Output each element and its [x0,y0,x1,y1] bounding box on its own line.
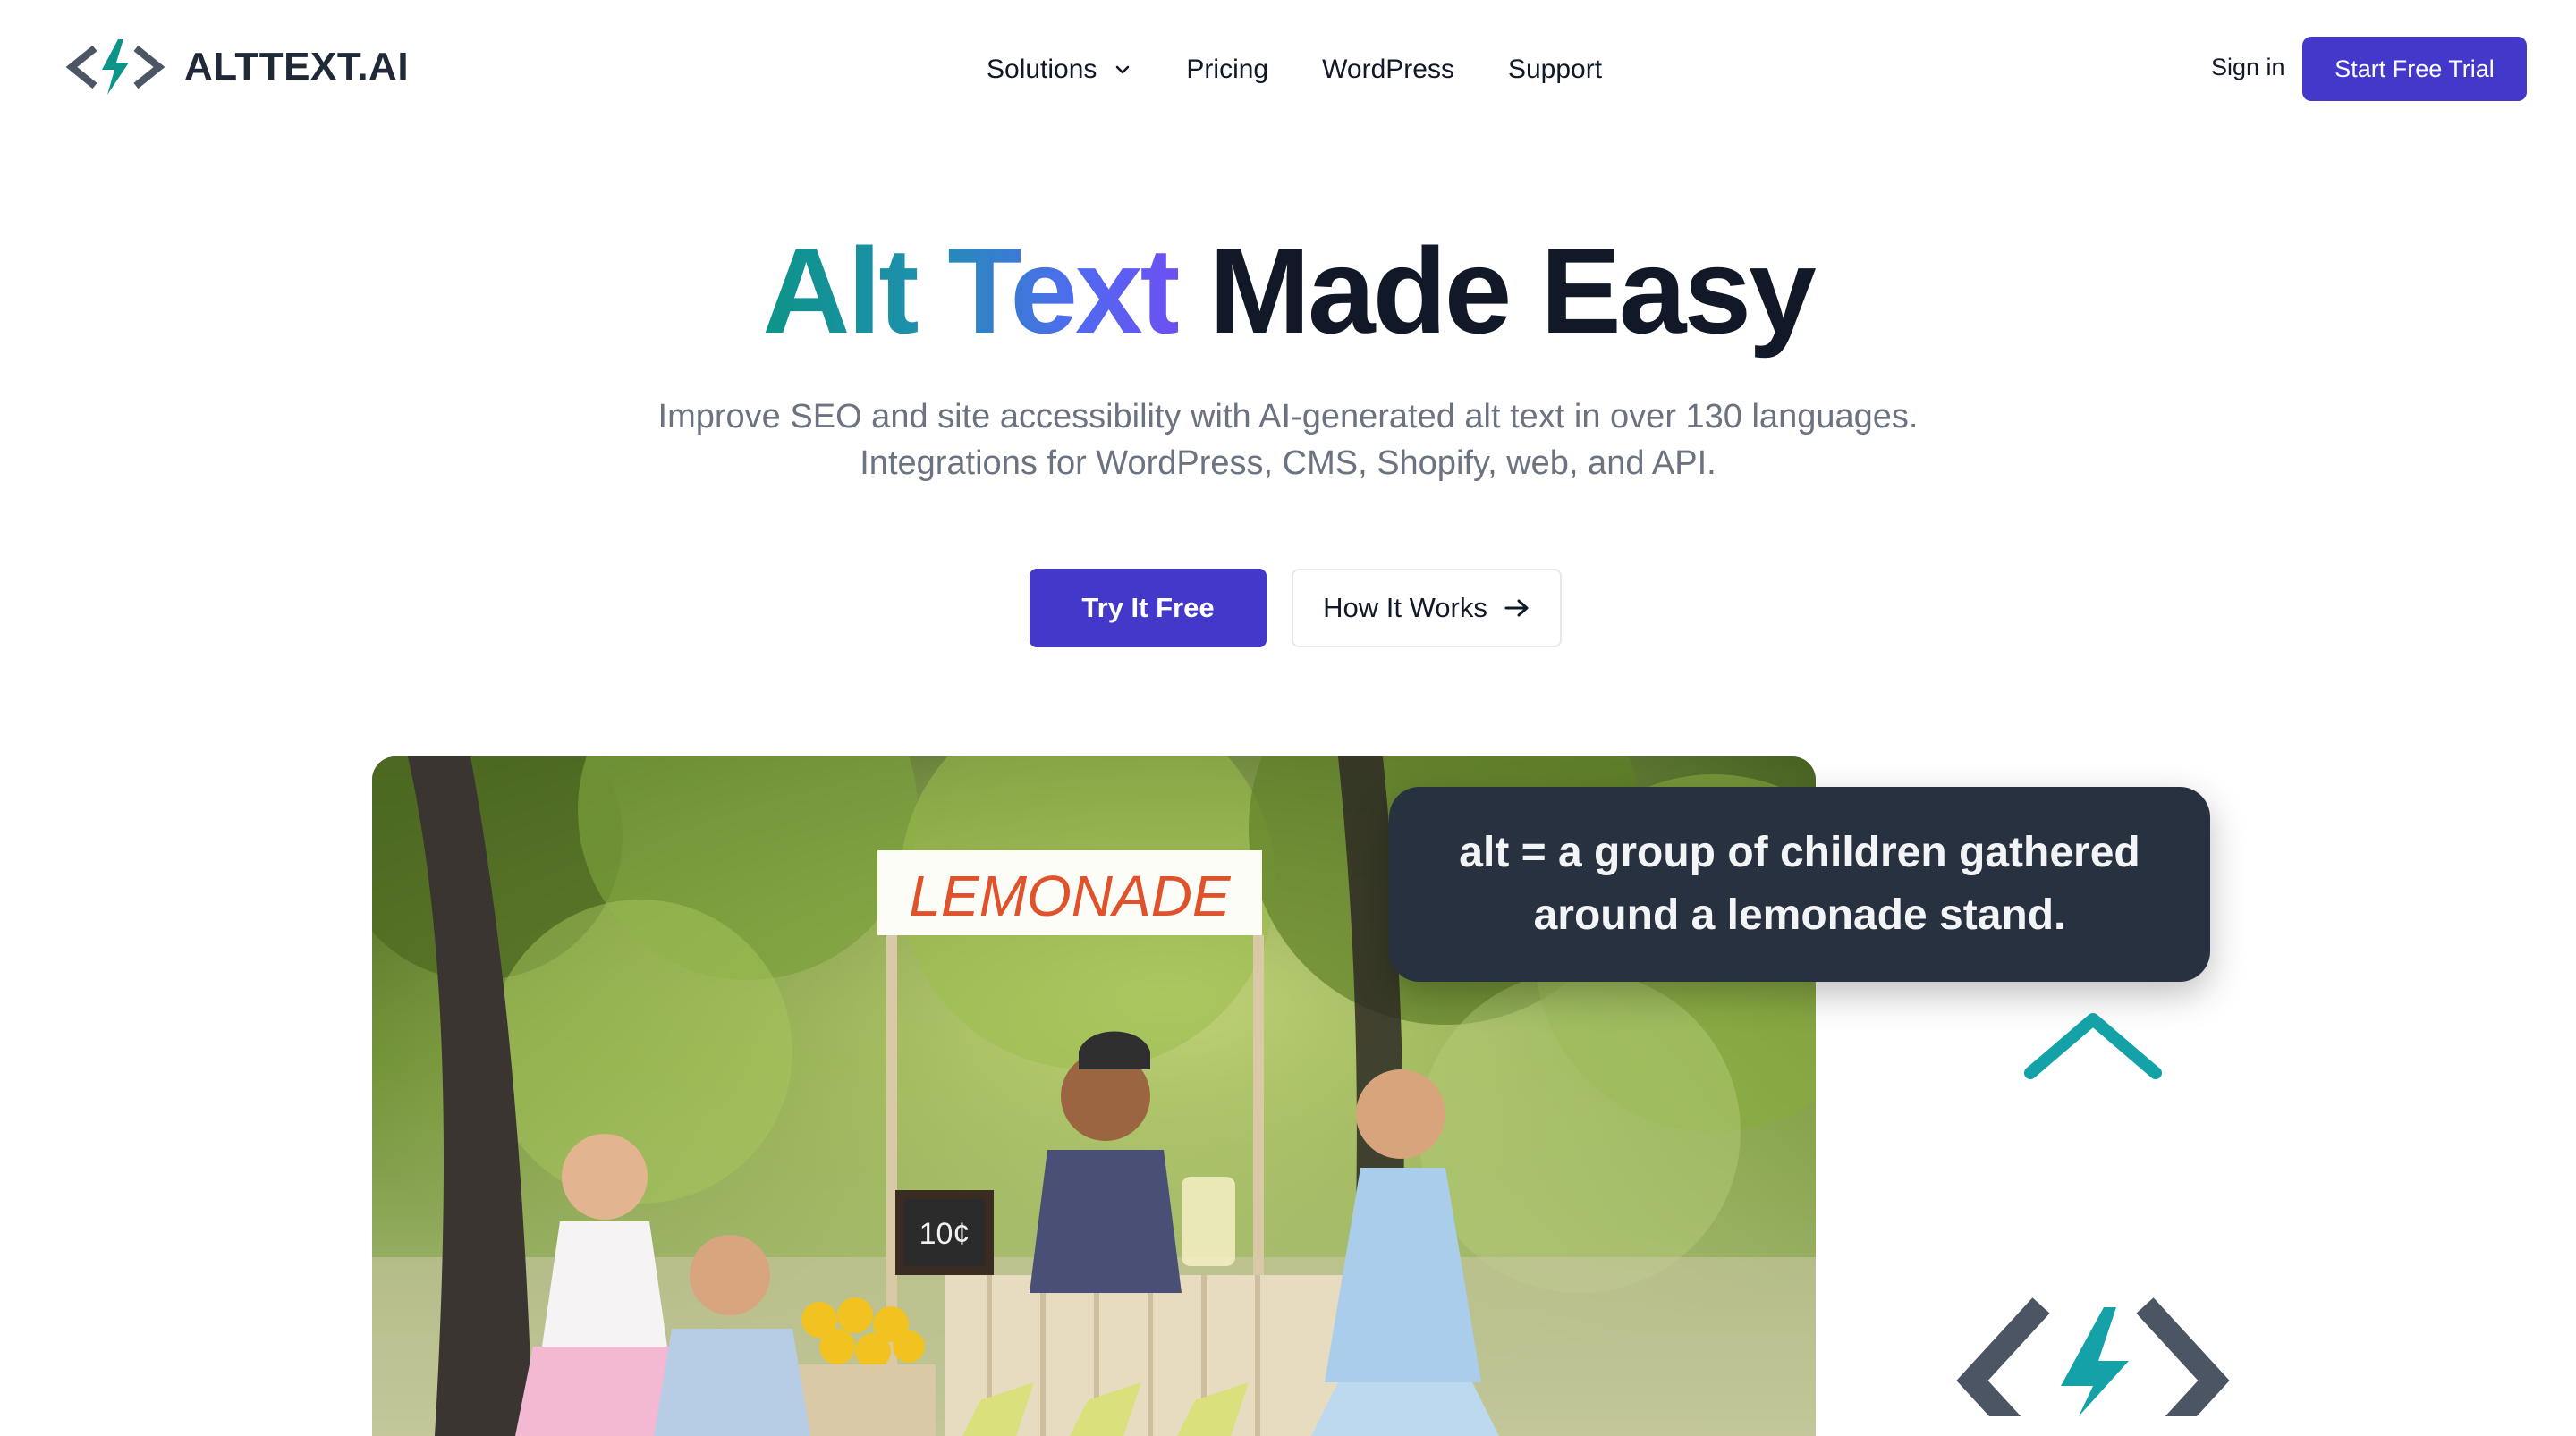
nav-solutions[interactable]: Solutions [987,52,1132,88]
alt-text-line1: alt = a group of children gathered [1459,829,2140,876]
hero-title-rest: Made Easy [1208,223,1817,359]
start-free-trial-button[interactable]: Start Free Trial [2302,37,2527,101]
price-chalkboard-text: 10¢ [919,1217,970,1251]
flow-illustration [1825,1013,2230,1416]
how-it-works-label: How It Works [1323,592,1487,623]
sign-in-link[interactable]: Sign in [2211,54,2285,81]
nav-pricing[interactable]: Pricing [1186,52,1268,88]
alttext-logo-icon [65,39,165,95]
chevron-down-icon [1116,65,1130,74]
how-it-works-button[interactable]: How It Works [1292,569,1562,647]
hero-subtitle: Improve SEO and site accessibility with … [0,393,2576,486]
hero-subtitle-line1: Improve SEO and site accessibility with … [657,398,1919,435]
lemonade-sign-text: LEMONADE [909,864,1232,928]
logo-text: ALTTEXT.AI [184,45,410,89]
hero-title: Alt Text Made Easy [0,215,2576,367]
arrow-right-icon [1504,599,1529,617]
alttext-mark-icon [1956,1297,2230,1416]
logo-link[interactable]: ALTTEXT.AI [63,36,409,98]
try-it-free-button[interactable]: Try It Free [1030,569,1267,647]
alt-text-output: alt = a group of children gathered aroun… [1459,822,2140,947]
hero-subtitle-line2: Integrations for WordPress, CMS, Shopify… [860,444,1716,482]
alt-text-card: alt = a group of children gathered aroun… [1389,787,2210,982]
nav-solutions-label: Solutions [987,55,1097,84]
main-nav: Solutions Pricing WordPress Support [987,52,1602,88]
alt-text-line2: around a lemonade stand. [1533,891,2066,939]
nav-support[interactable]: Support [1508,52,1602,88]
hero-title-highlight: Alt Text [762,223,1181,359]
nav-wordpress[interactable]: WordPress [1322,52,1454,88]
